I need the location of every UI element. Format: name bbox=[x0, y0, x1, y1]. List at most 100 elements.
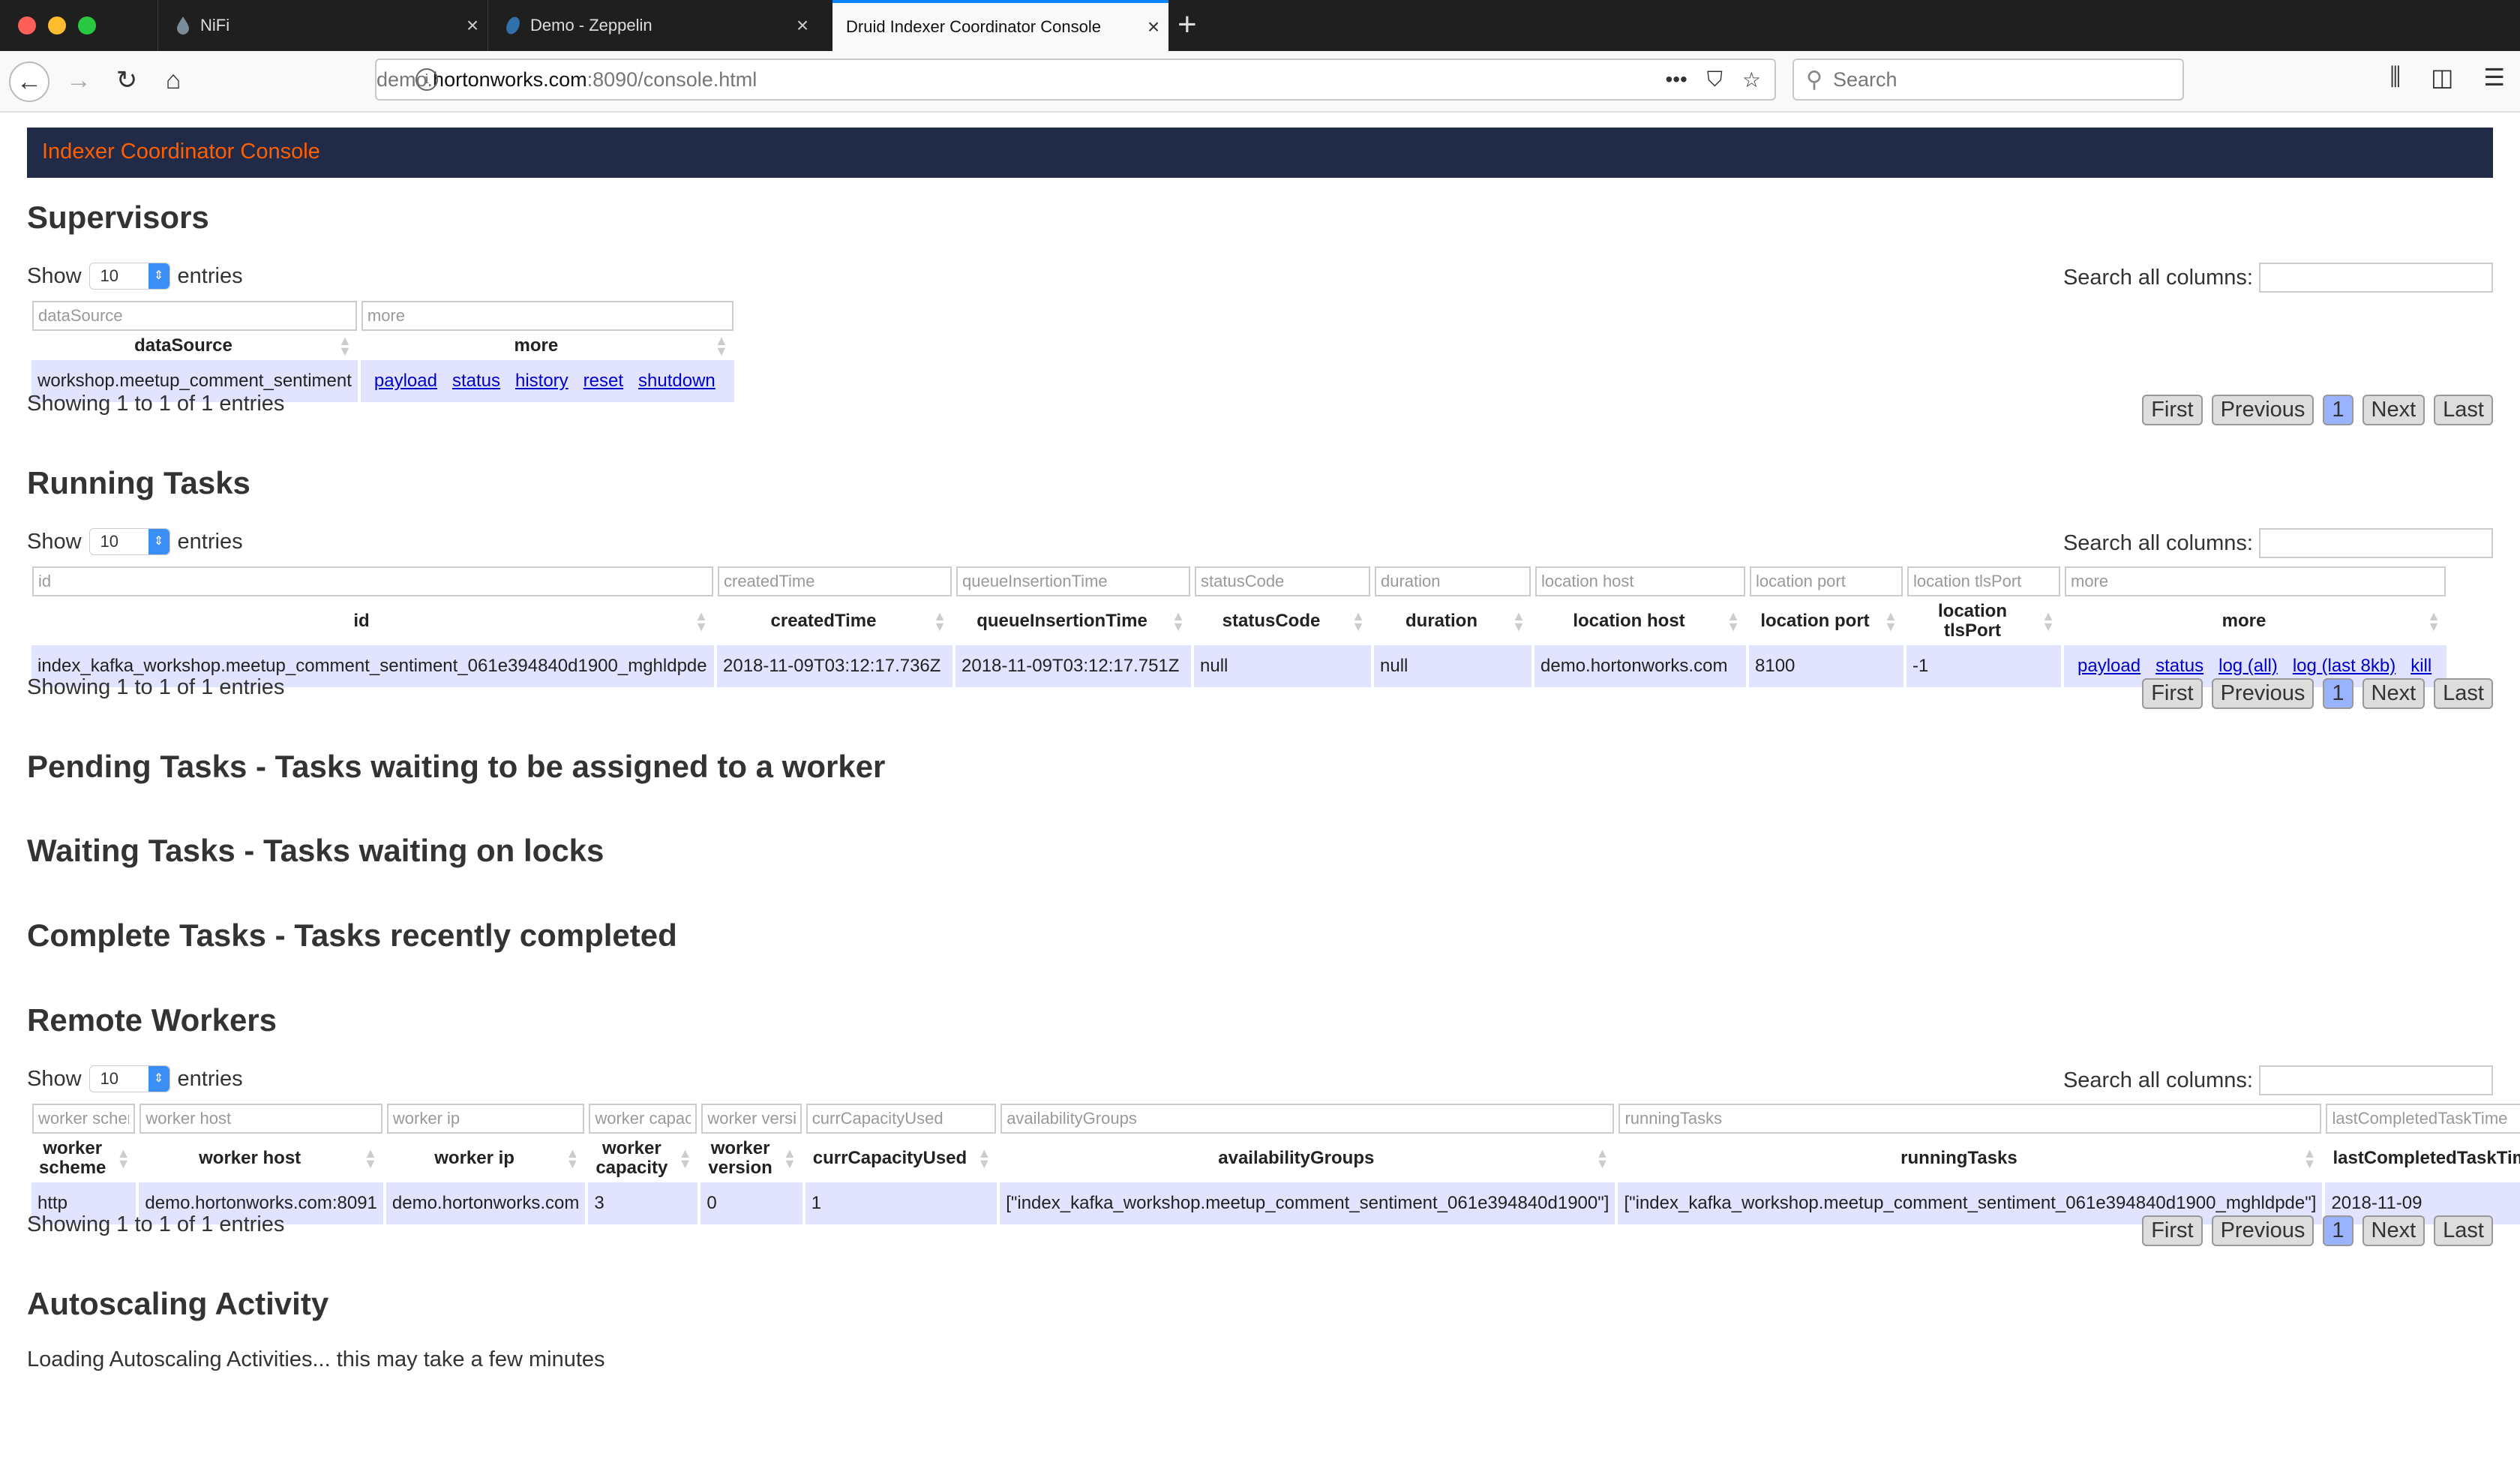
column-header-createdtime[interactable]: createdTime ▲ ▼ bbox=[717, 597, 952, 645]
close-window-button[interactable] bbox=[18, 17, 36, 35]
log-all-link[interactable]: log (all) bbox=[2218, 656, 2278, 676]
home-button[interactable]: ⌂ bbox=[154, 62, 192, 99]
column-header-lastcompleted[interactable]: lastCompletedTaskTime bbox=[2325, 1134, 2520, 1182]
payload-link[interactable]: payload bbox=[2078, 656, 2140, 676]
column-header-worker-host[interactable]: worker host ▲ ▼ bbox=[139, 1134, 383, 1182]
maximize-window-button[interactable] bbox=[78, 17, 96, 35]
column-header-worker-version[interactable]: worker version ▲ ▼ bbox=[700, 1134, 802, 1182]
column-header-worker-capacity[interactable]: worker capacity ▲ ▼ bbox=[588, 1134, 698, 1182]
search-all-columns-input[interactable] bbox=[2259, 263, 2493, 293]
filter-queueinsertiontime-input[interactable] bbox=[956, 566, 1190, 596]
filter-currcapacityused-input[interactable] bbox=[806, 1104, 997, 1134]
filter-worker-scheme-input[interactable] bbox=[32, 1104, 136, 1134]
filter-location-host-input[interactable] bbox=[1535, 566, 1745, 596]
payload-link[interactable]: payload bbox=[374, 371, 437, 391]
kill-link[interactable]: kill bbox=[2410, 656, 2432, 676]
new-tab-button[interactable]: + bbox=[1178, 6, 1197, 44]
column-header-worker-ip[interactable]: worker ip ▲ ▼ bbox=[386, 1134, 585, 1182]
last-page-button[interactable]: Last bbox=[2434, 678, 2493, 709]
column-header-queueinsertiontime[interactable]: queueInsertionTime ▲ ▼ bbox=[956, 597, 1191, 645]
status-link[interactable]: status bbox=[452, 371, 500, 391]
reset-link[interactable]: reset bbox=[584, 371, 623, 391]
column-header-availabilitygroups[interactable]: availabilityGroups ▲ ▼ bbox=[1000, 1134, 1615, 1182]
filter-runningtasks-input[interactable] bbox=[1618, 1104, 2322, 1134]
page-actions-icon[interactable]: ••• bbox=[1665, 68, 1687, 92]
page-size-select[interactable]: 10 ⇕ bbox=[88, 528, 170, 555]
filter-more-input[interactable] bbox=[2065, 566, 2446, 596]
filter-worker-version-input[interactable] bbox=[701, 1104, 802, 1134]
sort-icon: ▲ ▼ bbox=[1595, 1146, 1610, 1171]
previous-page-button[interactable]: Previous bbox=[2211, 678, 2314, 709]
sidebar-icon[interactable]: ◫ bbox=[2431, 63, 2453, 92]
filter-createdtime-input[interactable] bbox=[718, 566, 952, 596]
reload-button[interactable]: ↻ bbox=[108, 62, 146, 99]
page-1-button[interactable]: 1 bbox=[2323, 678, 2354, 709]
column-header-duration[interactable]: duration ▲ ▼ bbox=[1374, 597, 1532, 645]
last-page-button[interactable]: Last bbox=[2434, 395, 2493, 425]
log-last-8kb-link[interactable]: log (last 8kb) bbox=[2293, 656, 2396, 676]
browser-search-input[interactable]: ⚲ Search bbox=[1792, 59, 2184, 101]
column-header-location-tlsport[interactable]: location tlsPort ▲ ▼ bbox=[1906, 597, 2061, 645]
bookmark-star-icon[interactable]: ☆ bbox=[1742, 68, 1761, 92]
pocket-icon[interactable]: ⛉ bbox=[1707, 68, 1723, 92]
filter-worker-capacity-input[interactable] bbox=[589, 1104, 698, 1134]
page-size-select[interactable]: 10 ⇕ bbox=[88, 1065, 170, 1092]
column-header-currcapacityused[interactable]: currCapacityUsed ▲ ▼ bbox=[806, 1134, 997, 1182]
filter-id-input[interactable] bbox=[32, 566, 713, 596]
first-page-button[interactable]: First bbox=[2142, 1215, 2203, 1246]
history-link[interactable]: history bbox=[515, 371, 568, 391]
filter-availabilitygroups-input[interactable] bbox=[1000, 1104, 1615, 1134]
search-all-columns-input[interactable] bbox=[2259, 1065, 2493, 1095]
first-page-button[interactable]: First bbox=[2142, 678, 2203, 709]
filter-duration-input[interactable] bbox=[1375, 566, 1531, 596]
supervisors-table: dataSource▲▼ more▲▼ workshop.meetup_comm… bbox=[28, 300, 737, 402]
previous-page-button[interactable]: Previous bbox=[2211, 1215, 2314, 1246]
page-size-select[interactable]: 10 ⇕ bbox=[88, 263, 170, 290]
close-icon[interactable]: × bbox=[788, 14, 818, 38]
address-bar[interactable]: i demo. hortonworks.com:8090/console.html… bbox=[375, 59, 1776, 101]
previous-page-button[interactable]: Previous bbox=[2211, 395, 2314, 425]
page-1-button[interactable]: 1 bbox=[2323, 395, 2354, 425]
back-button[interactable]: ← bbox=[9, 62, 50, 102]
column-header-runningtasks[interactable]: runningTasks ▲ ▼ bbox=[1618, 1134, 2322, 1182]
page-1-button[interactable]: 1 bbox=[2323, 1215, 2354, 1246]
filter-location-tlsport-input[interactable] bbox=[1907, 566, 2060, 596]
search-all-columns-input[interactable] bbox=[2259, 528, 2493, 558]
next-page-button[interactable]: Next bbox=[2362, 678, 2426, 709]
tab-zeppelin[interactable]: Demo - Zeppelin × bbox=[488, 0, 818, 51]
waiting-tasks-heading: Waiting Tasks - Tasks waiting on locks bbox=[27, 833, 604, 868]
filter-worker-ip-input[interactable] bbox=[386, 1104, 585, 1134]
forward-button[interactable]: → bbox=[60, 62, 98, 99]
sort-icon: ▲ ▼ bbox=[715, 333, 728, 359]
library-icon[interactable]: ⫼ bbox=[2390, 63, 2401, 92]
menu-icon[interactable]: ☰ bbox=[2483, 63, 2505, 92]
tab-druid-console[interactable]: Druid Indexer Coordinator Console × bbox=[832, 0, 1168, 51]
column-header-location-host[interactable]: location host ▲ ▼ bbox=[1534, 597, 1746, 645]
column-header-datasource[interactable]: dataSource ▲ ▼ bbox=[32, 332, 358, 360]
close-icon[interactable]: × bbox=[1138, 15, 1168, 39]
tab-nifi[interactable]: NiFi × bbox=[158, 0, 488, 51]
column-header-more[interactable]: more ▲ ▼ bbox=[361, 332, 734, 360]
sort-icon: ▲ ▼ bbox=[933, 608, 946, 634]
next-page-button[interactable]: Next bbox=[2362, 395, 2426, 425]
column-header-more[interactable]: more ▲ ▼ bbox=[2064, 597, 2446, 645]
filter-location-port-input[interactable] bbox=[1750, 566, 1903, 596]
next-page-button[interactable]: Next bbox=[2362, 1215, 2426, 1246]
sort-icon: ▲ ▼ bbox=[338, 333, 352, 359]
column-header-id[interactable]: id ▲ ▼ bbox=[32, 597, 714, 645]
filter-lastcompleted-input[interactable] bbox=[2326, 1104, 2520, 1134]
last-page-button[interactable]: Last bbox=[2434, 1215, 2493, 1246]
column-header-location-port[interactable]: location port ▲ ▼ bbox=[1749, 597, 1904, 645]
first-page-button[interactable]: First bbox=[2142, 395, 2203, 425]
column-header-worker-scheme[interactable]: worker scheme ▲ ▼ bbox=[32, 1134, 136, 1182]
column-header-statuscode[interactable]: statusCode ▲ ▼ bbox=[1194, 597, 1371, 645]
status-link[interactable]: status bbox=[2156, 656, 2204, 676]
minimize-window-button[interactable] bbox=[48, 17, 66, 35]
filter-datasource-input[interactable] bbox=[32, 301, 357, 331]
filter-more-input[interactable] bbox=[361, 301, 734, 331]
shutdown-link[interactable]: shutdown bbox=[638, 371, 716, 391]
filter-worker-host-input[interactable] bbox=[140, 1104, 382, 1134]
close-icon[interactable]: × bbox=[458, 14, 488, 38]
filter-statuscode-input[interactable] bbox=[1195, 566, 1370, 596]
site-info-icon[interactable]: i bbox=[416, 68, 438, 91]
